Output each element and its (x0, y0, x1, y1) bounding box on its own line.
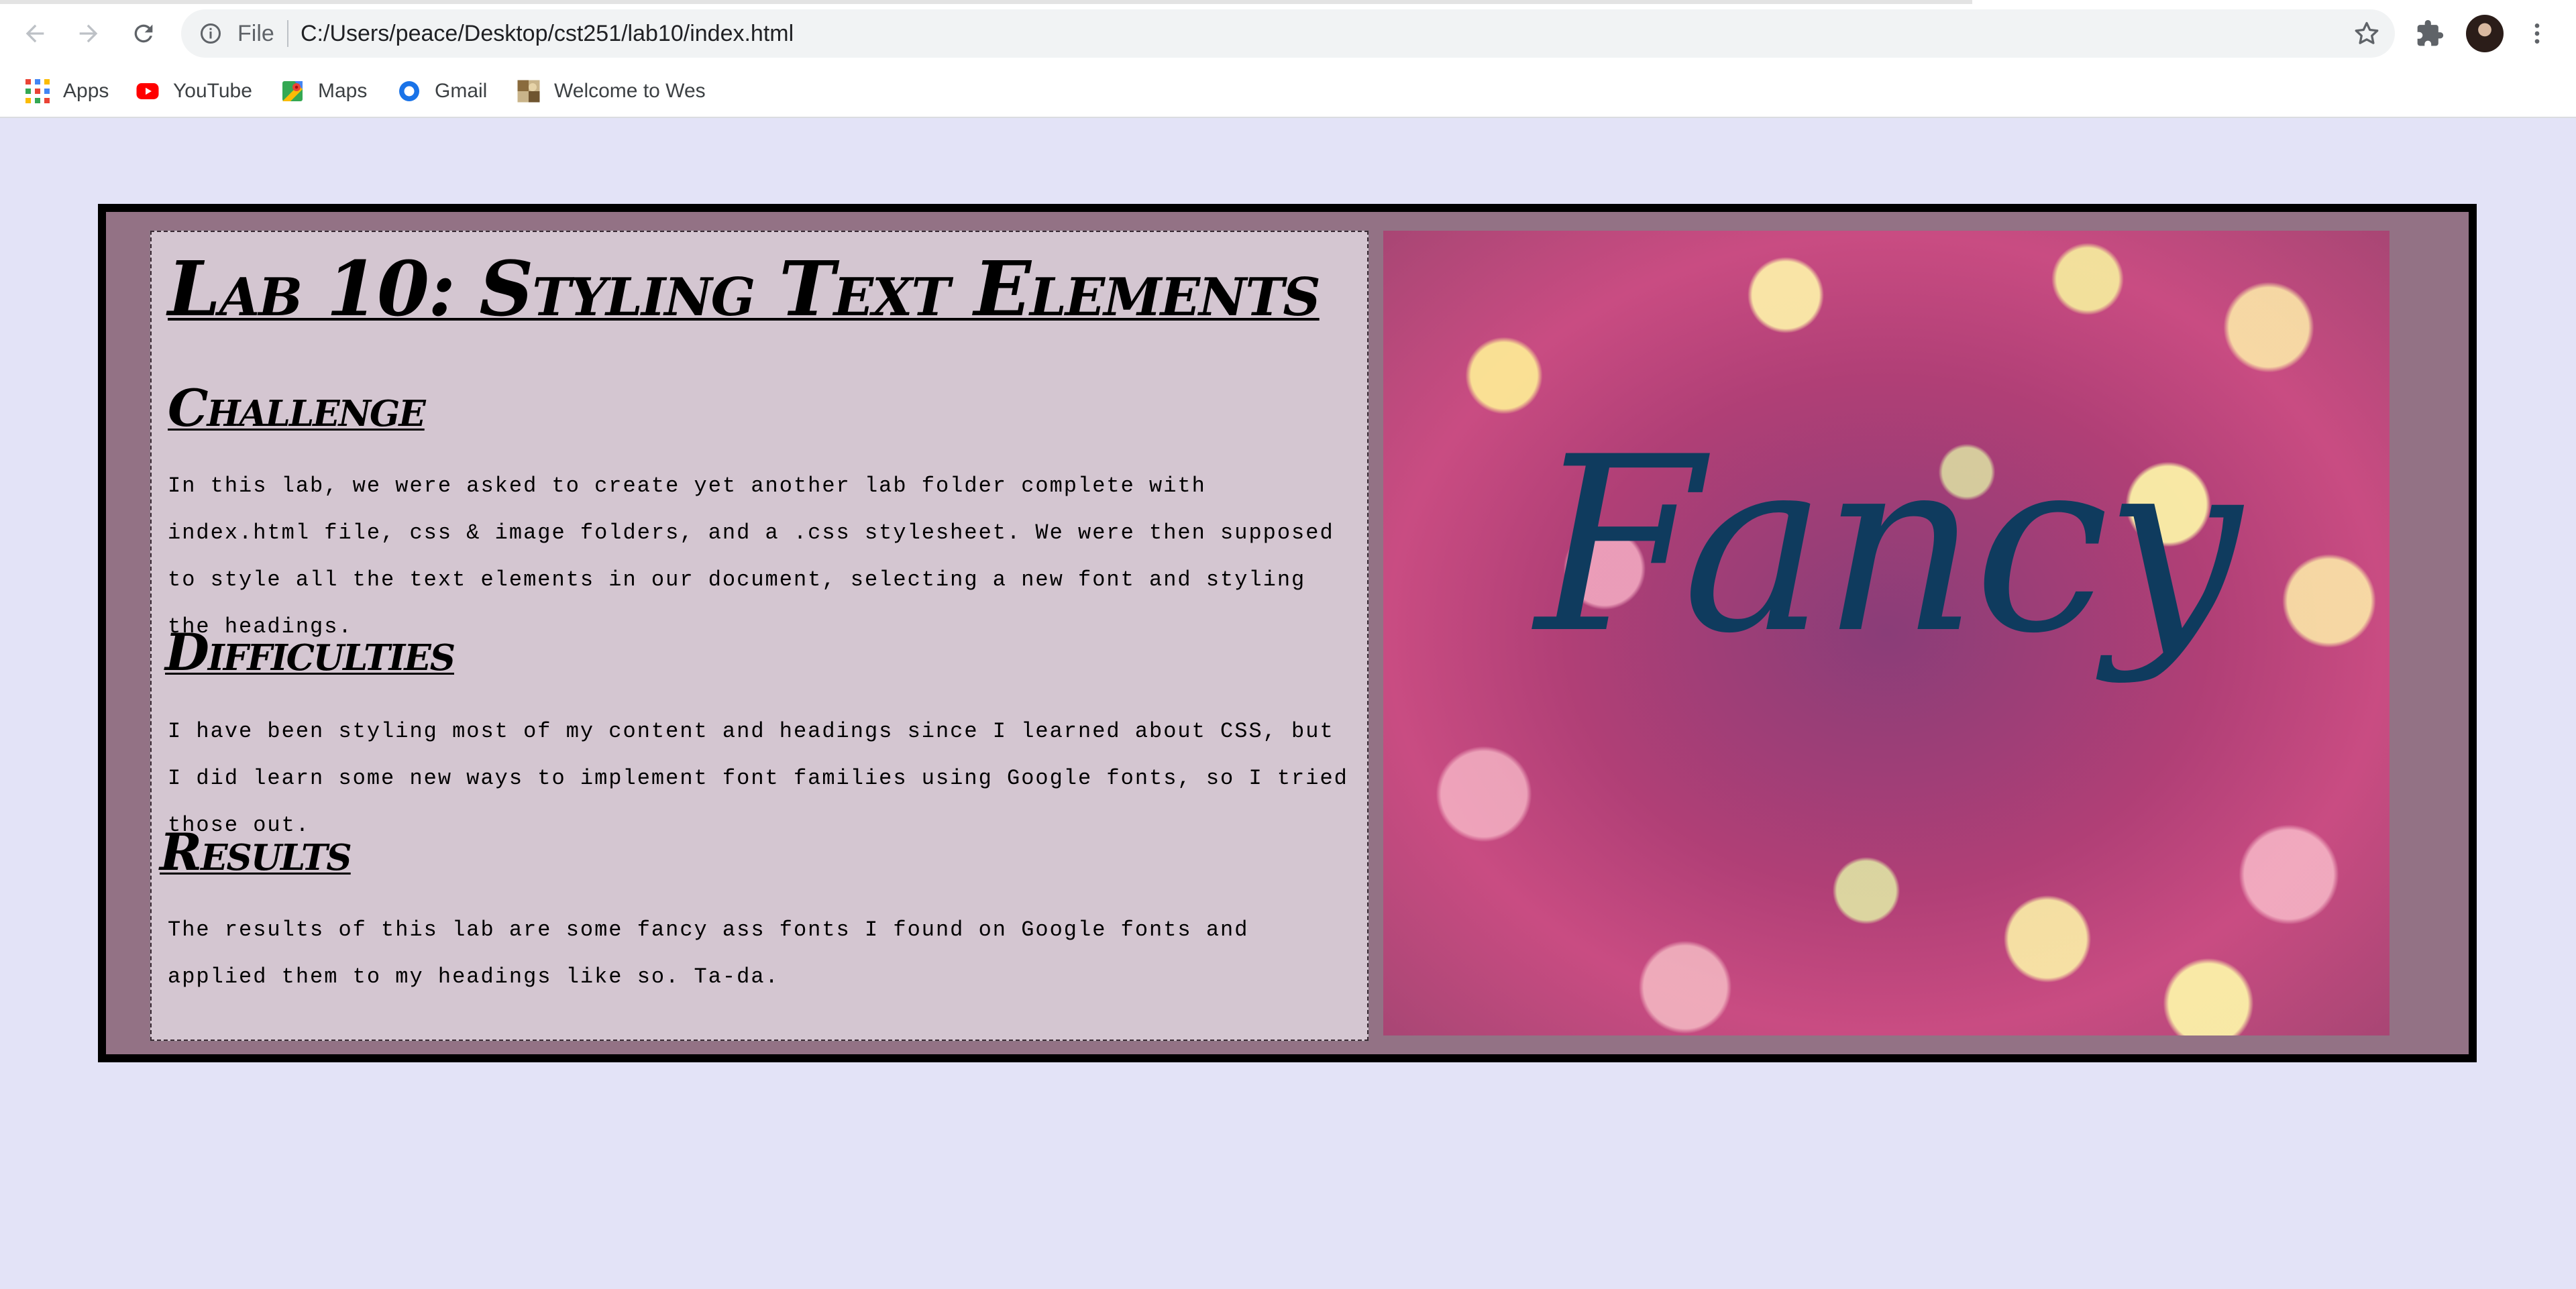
bookmark-apps[interactable]: Apps (25, 74, 109, 109)
fancy-image-text: Fancy (1535, 405, 2242, 686)
gmail-icon (399, 81, 419, 101)
page-title: Lab 10: Styling Text Elements (168, 245, 1321, 333)
bookmark-label: Maps (318, 80, 368, 102)
content-frame: Lab 10: Styling Text Elements Challenge … (98, 204, 2477, 1062)
address-separator (287, 20, 288, 47)
apps-grid-icon (25, 79, 50, 103)
heading-results: Results (160, 822, 352, 882)
text-panel: Lab 10: Styling Text Elements Challenge … (150, 230, 1369, 1042)
menu-button[interactable] (2520, 16, 2555, 51)
extensions-button[interactable] (2412, 16, 2447, 51)
youtube-icon (136, 83, 159, 99)
address-bar[interactable]: File C:/Users/peace/Desktop/cst251/lab10… (181, 9, 2395, 58)
bookmark-welcome-to-wes[interactable]: Welcome to Wes (517, 74, 706, 109)
bookmark-label: Apps (63, 80, 109, 102)
site-favicon-icon (517, 80, 540, 103)
info-icon[interactable] (199, 21, 223, 46)
bookmark-label: Welcome to Wes (554, 80, 706, 102)
bookmark-maps[interactable]: Maps (280, 74, 367, 109)
browser-toolbar: File C:/Users/peace/Desktop/cst251/lab10… (0, 0, 2576, 67)
kebab-menu-icon (2534, 23, 2540, 44)
forward-arrow-icon (79, 24, 98, 43)
url-scheme-label: File (237, 21, 274, 46)
profile-avatar[interactable] (2466, 15, 2504, 52)
maps-icon (282, 81, 303, 101)
url-text[interactable]: C:/Users/peace/Desktop/cst251/lab10/inde… (301, 19, 794, 48)
bookmarks-bar: Apps YouTube Maps Gmail Welcome to Wes (0, 67, 2576, 118)
loading-bar (0, 0, 1972, 4)
bookmark-star-icon[interactable] (2352, 19, 2381, 48)
forward-button[interactable] (70, 15, 107, 52)
bookmark-label: YouTube (173, 80, 252, 102)
puzzle-icon (2417, 19, 2444, 46)
fancy-bokeh-image: Fancy (1383, 231, 2390, 1035)
bookmark-gmail[interactable]: Gmail (397, 74, 487, 109)
bookmark-label: Gmail (435, 80, 488, 102)
paragraph-results: The results of this lab are some fancy a… (168, 917, 1249, 989)
back-button[interactable] (16, 15, 54, 52)
heading-difficulties: Difficulties (165, 622, 455, 682)
reload-icon (134, 24, 153, 43)
back-arrow-icon (25, 24, 44, 43)
reload-button[interactable] (125, 15, 162, 52)
bookmark-youtube[interactable]: YouTube (136, 74, 252, 109)
heading-challenge: Challenge (168, 378, 426, 438)
